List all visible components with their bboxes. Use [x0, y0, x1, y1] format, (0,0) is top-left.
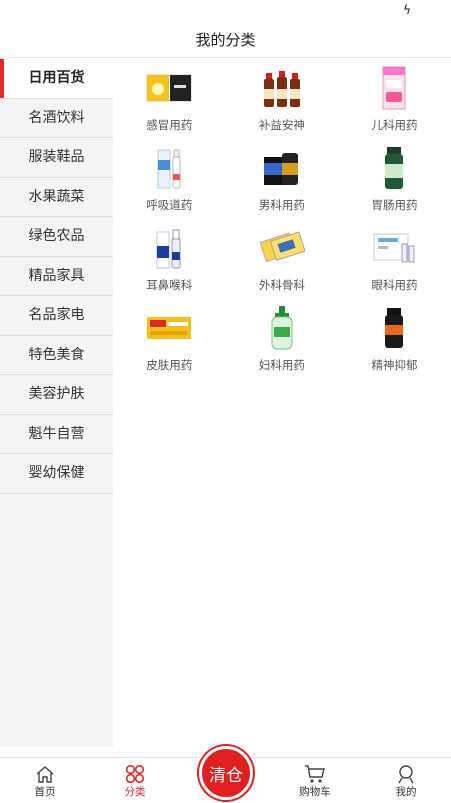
- subcategory-pediatric[interactable]: 儿科用药: [338, 65, 451, 145]
- charging-icon: ϟ: [403, 3, 411, 17]
- sidebar-item-clothing-shoes[interactable]: 服装鞋品: [0, 138, 113, 178]
- subcategory-eye[interactable]: 眼科用药: [338, 225, 451, 305]
- user-icon: [376, 764, 436, 784]
- category-icon: [105, 764, 165, 784]
- mood-supplement-bottle-icon: [369, 305, 419, 351]
- sidebar-item-appliances[interactable]: 名品家电: [0, 296, 113, 336]
- clearance-button[interactable]: 清仓: [196, 743, 256, 803]
- sidebar-item-baby-health[interactable]: 婴幼保健: [0, 454, 113, 494]
- subcategory-label: 皮肤用药: [146, 358, 193, 372]
- subcategory-tonic[interactable]: 补益安神: [226, 65, 339, 145]
- main-area: 日用百货 名酒饮料 服装鞋品 水果蔬菜 绿色农品 精品家具 名品家电 特色美食 …: [0, 59, 451, 747]
- tab-label: 购物车: [299, 786, 331, 798]
- subcategory-label: 耳鼻喉科: [146, 278, 193, 292]
- subcategory-skin[interactable]: 皮肤用药: [113, 305, 226, 385]
- subcategory-label: 眼科用药: [371, 278, 418, 292]
- stomach-medicine-bottle-icon: [369, 145, 419, 191]
- subcategory-label: 补益安神: [258, 118, 305, 132]
- subcategory-label: 感冒用药: [146, 118, 193, 132]
- nasal-spray-icon: [144, 145, 194, 191]
- tab-category[interactable]: 分类: [105, 764, 165, 799]
- subcategory-label: 儿科用药: [371, 118, 418, 132]
- subcategory-ent[interactable]: 耳鼻喉科: [113, 225, 226, 305]
- sidebar-item-daily-goods[interactable]: 日用百货: [0, 59, 113, 99]
- tonic-bottles-icon: [257, 65, 307, 111]
- subcategory-mental[interactable]: 精神抑郁: [338, 305, 451, 385]
- subcategory-label: 外科骨科: [258, 278, 305, 292]
- subcategory-label: 胃肠用药: [371, 198, 418, 212]
- category-content: 感冒用药 补益安神 儿科用药 呼吸道药 男科用药 胃肠用药 耳鼻喉科 外科骨科 …: [113, 59, 451, 747]
- subcategory-label: 男科用药: [258, 198, 305, 212]
- skin-ointment-box-icon: [144, 305, 194, 351]
- category-sidebar: 日用百货 名酒饮料 服装鞋品 水果蔬菜 绿色农品 精品家具 名品家电 特色美食 …: [0, 59, 113, 747]
- sidebar-item-green-agri[interactable]: 绿色农品: [0, 217, 113, 257]
- subcategory-gynecology[interactable]: 妇科用药: [226, 305, 339, 385]
- tab-home[interactable]: 首页: [15, 764, 75, 799]
- clearance-label: 清仓: [199, 746, 253, 800]
- sidebar-item-self-run[interactable]: 魁牛自营: [0, 415, 113, 454]
- subcategory-label: 精神抑郁: [371, 358, 418, 372]
- gynecology-lotion-icon: [257, 305, 307, 351]
- subcategory-respiratory[interactable]: 呼吸道药: [113, 145, 226, 225]
- plasters-icon: [257, 225, 307, 271]
- subcategory-cold-medicine[interactable]: 感冒用药: [113, 65, 226, 145]
- sidebar-item-furniture[interactable]: 精品家具: [0, 257, 113, 296]
- tab-label: 首页: [34, 786, 56, 798]
- subcategory-grid: 感冒用药 补益安神 儿科用药 呼吸道药 男科用药 胃肠用药 耳鼻喉科 外科骨科 …: [113, 59, 451, 385]
- cold-medicine-box-icon: [144, 65, 194, 111]
- tab-mine[interactable]: 我的: [376, 764, 436, 799]
- subcategory-label: 呼吸道药: [146, 198, 193, 212]
- tab-label: 分类: [124, 786, 146, 798]
- home-icon: [15, 764, 75, 784]
- status-bar: ϟ: [0, 0, 451, 22]
- page-title: 我的分类: [0, 22, 451, 58]
- subcategory-gastro[interactable]: 胃肠用药: [338, 145, 451, 225]
- subcategory-surgery[interactable]: 外科骨科: [226, 225, 339, 305]
- tab-cart[interactable]: 购物车: [285, 764, 345, 799]
- sidebar-item-fruit-veg[interactable]: 水果蔬菜: [0, 178, 113, 217]
- sidebar-item-food[interactable]: 特色美食: [0, 336, 113, 375]
- ent-spray-icon: [144, 225, 194, 271]
- eye-drops-box-icon: [369, 225, 419, 271]
- subcategory-label: 妇科用药: [258, 358, 305, 372]
- subcategory-mens[interactable]: 男科用药: [226, 145, 339, 225]
- sidebar-item-liquor-drinks[interactable]: 名酒饮料: [0, 99, 113, 138]
- pediatric-medicine-box-icon: [369, 65, 419, 111]
- tab-label: 我的: [395, 786, 417, 798]
- sidebar-item-beauty[interactable]: 美容护肤: [0, 375, 113, 415]
- cart-icon: [285, 764, 345, 784]
- mens-medicine-jar-icon: [257, 145, 307, 191]
